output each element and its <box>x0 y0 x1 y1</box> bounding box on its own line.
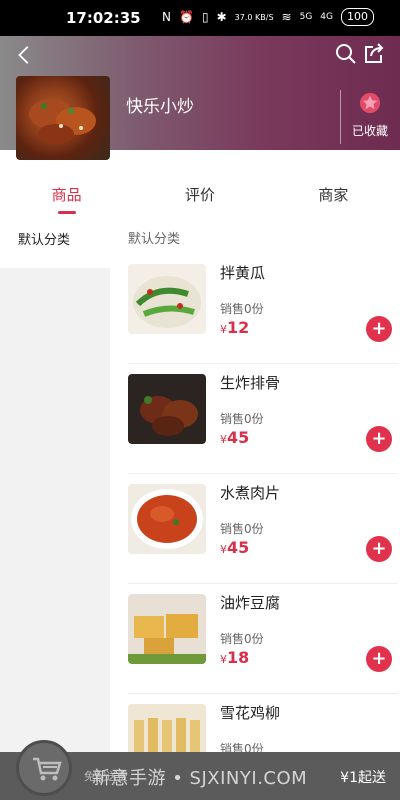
wifi-icon: ≋ <box>281 10 292 24</box>
price-value: 18 <box>227 648 250 667</box>
share-icon[interactable] <box>362 42 386 66</box>
shop-image <box>16 76 110 160</box>
dish-name: 生炸排骨 <box>220 374 281 392</box>
dish-price: ¥18 <box>220 648 249 667</box>
price-value: 45 <box>227 428 250 447</box>
product-list: 默认分类 拌黄瓜 销售0份 ¥12 + 生炸排骨 销售0份 ¥45 + 水煮肉片… <box>110 214 400 800</box>
tab-merchant[interactable]: 商家 <box>267 172 400 212</box>
signal-5g: 5G <box>299 12 313 22</box>
dish-sales: 销售0份 <box>220 412 264 426</box>
add-to-cart-button[interactable]: + <box>366 426 392 452</box>
dish-name: 油炸豆腐 <box>220 594 281 612</box>
category-sidebar: 默认分类 <box>0 214 110 800</box>
dish-price: ¥45 <box>220 428 249 447</box>
dish-image <box>128 484 206 554</box>
price-value: 12 <box>227 318 250 337</box>
price-value: 45 <box>227 538 250 557</box>
add-to-cart-button[interactable]: + <box>366 316 392 342</box>
divider <box>340 90 341 144</box>
dish-image <box>128 264 206 334</box>
list-item[interactable]: 油炸豆腐 销售0份 ¥18 + <box>128 594 398 694</box>
tab-bar: 商品 评价 商家 <box>0 172 400 214</box>
sidebar-item-default[interactable]: 默认分类 <box>0 214 110 268</box>
signal-4g: 4G <box>320 12 333 22</box>
currency-symbol: ¥ <box>220 653 227 666</box>
dish-sales: 销售0份 <box>220 302 264 316</box>
favorite-button[interactable]: 已收藏 <box>346 92 394 139</box>
shopping-cart-icon <box>33 757 62 781</box>
vibrate-icon: ▯ <box>201 10 209 24</box>
currency-symbol: ¥ <box>220 543 227 556</box>
add-to-cart-button[interactable]: + <box>366 646 392 672</box>
min-order-label: ¥1起送 <box>340 770 386 786</box>
status-bar: 17:02:35 N ⏰ ▯ ✱ 37.0 KB/S ≋ 5G 4G 100 <box>0 0 400 36</box>
alarm-icon: ⏰ <box>179 10 194 24</box>
add-to-cart-button[interactable]: + <box>366 536 392 562</box>
battery-indicator: 100 <box>341 8 374 26</box>
watermark: 新意手游 • SJXINYI.COM <box>92 768 308 789</box>
shop-header: 17:02:35 N ⏰ ▯ ✱ 37.0 KB/S ≋ 5G 4G 100 快… <box>0 0 400 160</box>
network-speed: 37.0 KB/S <box>234 12 274 22</box>
dish-image <box>128 374 206 444</box>
list-item[interactable]: 拌黄瓜 销售0份 ¥12 + <box>128 264 398 364</box>
shop-name: 快乐小炒 <box>126 97 194 117</box>
star-icon <box>359 92 381 114</box>
app-screen: 17:02:35 N ⏰ ▯ ✱ 37.0 KB/S ≋ 5G 4G 100 快… <box>0 0 400 800</box>
nfc-icon: N <box>162 10 172 24</box>
dish-name: 水煮肉片 <box>220 484 281 502</box>
cart-bar: 免配送费 新意手游 • SJXINYI.COM ¥1起送 <box>0 740 400 800</box>
currency-symbol: ¥ <box>220 323 227 336</box>
favorite-label: 已收藏 <box>351 124 388 138</box>
cart-button[interactable] <box>16 740 72 796</box>
dish-price: ¥12 <box>220 318 249 337</box>
dish-name: 雪花鸡柳 <box>220 704 281 722</box>
back-arrow-icon[interactable] <box>14 44 36 66</box>
list-item[interactable]: 生炸排骨 销售0份 ¥45 + <box>128 374 398 474</box>
dish-sales: 销售0份 <box>220 632 264 646</box>
bluetooth-icon: ✱ <box>216 10 227 24</box>
tab-reviews[interactable]: 评价 <box>133 172 266 212</box>
tab-products[interactable]: 商品 <box>0 172 133 214</box>
list-item[interactable]: 水煮肉片 销售0份 ¥45 + <box>128 484 398 584</box>
status-time: 17:02:35 <box>66 9 141 27</box>
currency-symbol: ¥ <box>220 433 227 446</box>
status-icons: N ⏰ ▯ ✱ 37.0 KB/S ≋ 5G 4G 100 <box>162 8 374 26</box>
dish-name: 拌黄瓜 <box>220 264 266 282</box>
top-nav <box>0 36 400 76</box>
search-icon[interactable] <box>334 42 358 66</box>
dish-image <box>128 594 206 664</box>
dish-sales: 销售0份 <box>220 522 264 536</box>
dish-price: ¥45 <box>220 538 249 557</box>
category-title: 默认分类 <box>128 232 181 247</box>
